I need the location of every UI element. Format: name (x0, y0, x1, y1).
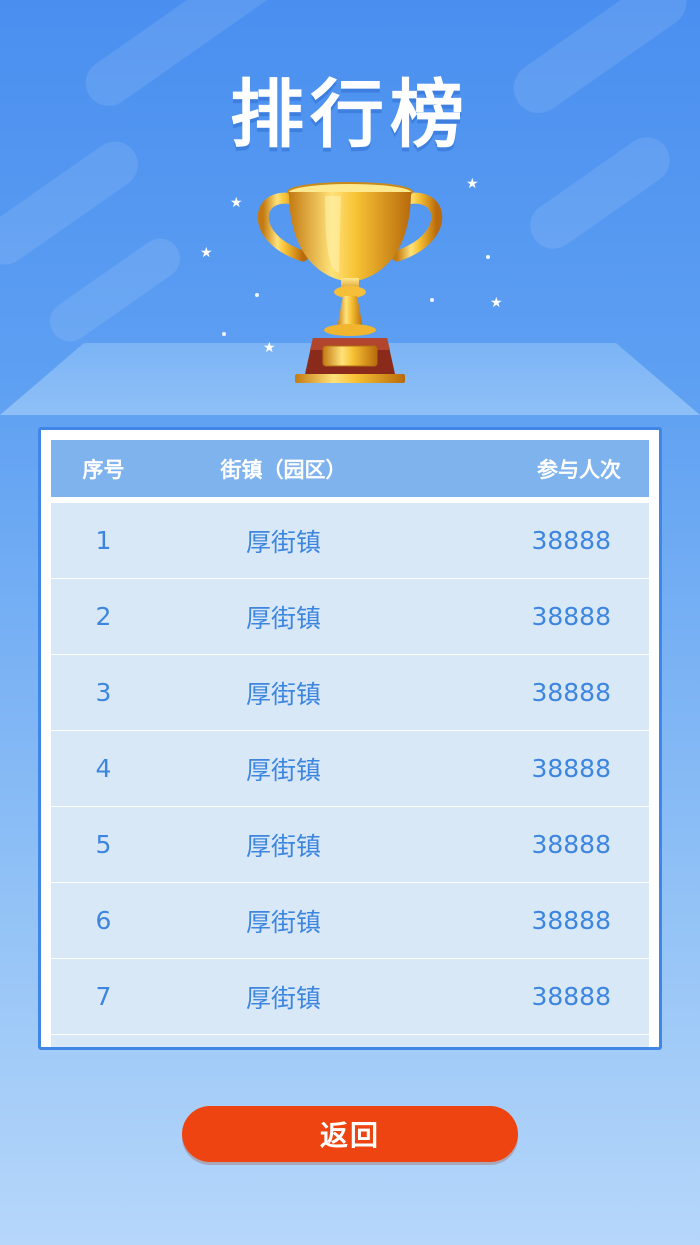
row-count: 38888 (531, 906, 611, 935)
table-row: 4 厚街镇 38888 (51, 731, 649, 807)
header-town: 街镇（园区） (220, 457, 347, 482)
row-town: 厚街镇 (245, 755, 321, 785)
background-streak (42, 230, 188, 350)
row-count: 38888 (531, 678, 611, 707)
row-town: 厚街镇 (245, 983, 321, 1013)
row-index: 5 (95, 830, 112, 859)
row-town: 厚街镇 (245, 603, 321, 633)
ranking-table-body: 序号 街镇（园区） 参与人次 1 厚街镇 38888 2 厚街镇 38888 3… (51, 440, 649, 1047)
star-icon: ★ (200, 245, 213, 261)
header-index: 序号 (82, 457, 125, 482)
back-button[interactable]: 返回 (182, 1106, 518, 1162)
table-header: 序号 街镇（园区） 参与人次 (51, 440, 649, 503)
row-count: 38888 (531, 526, 611, 555)
ranking-table: 序号 街镇（园区） 参与人次 1 厚街镇 38888 2 厚街镇 38888 3… (38, 427, 662, 1050)
sparkle-dot (486, 255, 490, 259)
row-count: 38888 (531, 982, 611, 1011)
table-row: 3 厚街镇 38888 (51, 655, 649, 731)
row-index: 1 (95, 526, 112, 555)
row-index: 2 (95, 602, 112, 631)
row-town: 厚街镇 (245, 907, 321, 937)
row-count: 38888 (531, 754, 611, 783)
table-row: 7 厚街镇 38888 (51, 959, 649, 1035)
row-count: 38888 (531, 830, 611, 859)
row-town: 厚街镇 (245, 527, 321, 557)
table-row: 1 厚街镇 38888 (51, 503, 649, 579)
table-row: 6 厚街镇 38888 (51, 883, 649, 959)
row-count: 38888 (531, 602, 611, 631)
trophy-icon (257, 182, 443, 383)
table-row: 2 厚街镇 38888 (51, 579, 649, 655)
star-icon: ★ (490, 295, 503, 311)
sparkle-dot (222, 332, 226, 336)
row-town: 厚街镇 (245, 679, 321, 709)
header-count: 参与人次 (537, 457, 621, 482)
row-index: 4 (95, 754, 112, 783)
row-index: 3 (95, 678, 112, 707)
row-index: 6 (95, 906, 112, 935)
star-icon: ★ (230, 195, 243, 211)
star-icon: ★ (466, 176, 479, 192)
row-index: 7 (95, 982, 112, 1011)
page-title: 排行榜 (230, 72, 470, 158)
table-row: 5 厚街镇 38888 (51, 807, 649, 883)
row-town: 厚街镇 (245, 831, 321, 861)
